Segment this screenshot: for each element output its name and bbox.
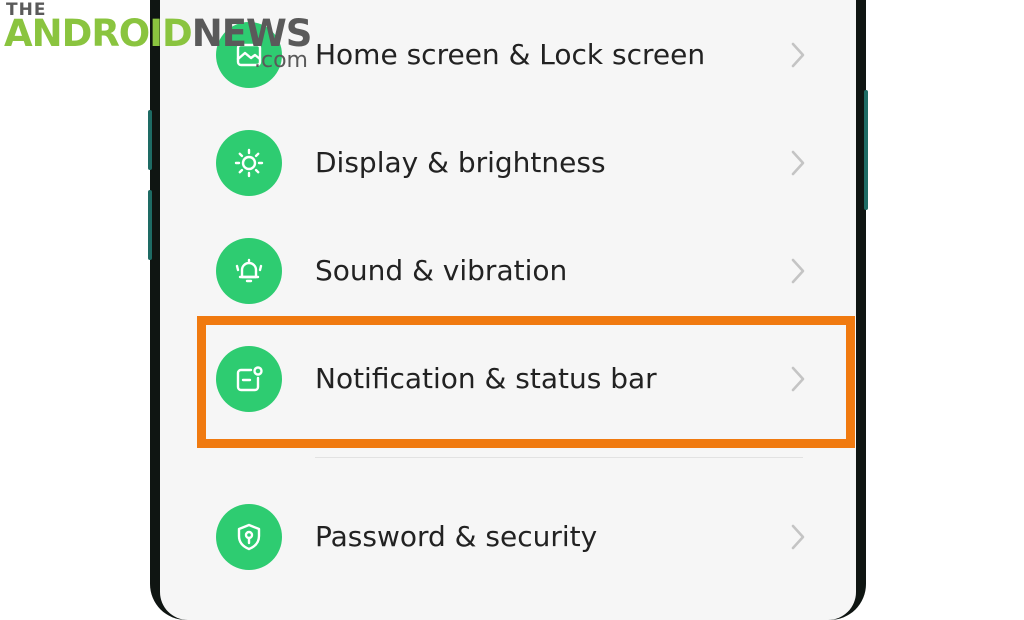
highlight-box bbox=[197, 316, 855, 448]
chevron-right-icon bbox=[791, 42, 805, 68]
settings-item-label: Password & security bbox=[315, 520, 598, 553]
settings-screen: Home screen & Lock screen Display & brig… bbox=[160, 0, 856, 620]
site-watermark-logo: THE ANDROIDNEWS .com bbox=[4, 0, 316, 78]
phone-side-button bbox=[148, 110, 152, 170]
settings-item-password-security[interactable]: Password & security bbox=[160, 483, 856, 591]
watermark-android: ANDROID bbox=[4, 12, 193, 55]
chevron-right-icon bbox=[791, 150, 805, 176]
shield-lock-icon bbox=[216, 504, 282, 570]
phone-side-button bbox=[864, 90, 868, 210]
settings-item-display-brightness[interactable]: Display & brightness bbox=[160, 109, 856, 217]
chevron-right-icon bbox=[791, 258, 805, 284]
chevron-right-icon bbox=[791, 524, 805, 550]
settings-item-label: Display & brightness bbox=[315, 146, 606, 179]
brightness-icon bbox=[216, 130, 282, 196]
settings-item-label: Sound & vibration bbox=[315, 254, 568, 287]
phone-frame: Home screen & Lock screen Display & brig… bbox=[148, 0, 868, 620]
section-divider bbox=[315, 457, 803, 458]
settings-item-label: Home screen & Lock screen bbox=[315, 38, 706, 71]
settings-item-sound-vibration[interactable]: Sound & vibration bbox=[160, 217, 856, 325]
bell-icon bbox=[216, 238, 282, 304]
watermark-com: .com bbox=[254, 48, 308, 73]
phone-side-button bbox=[148, 190, 152, 260]
